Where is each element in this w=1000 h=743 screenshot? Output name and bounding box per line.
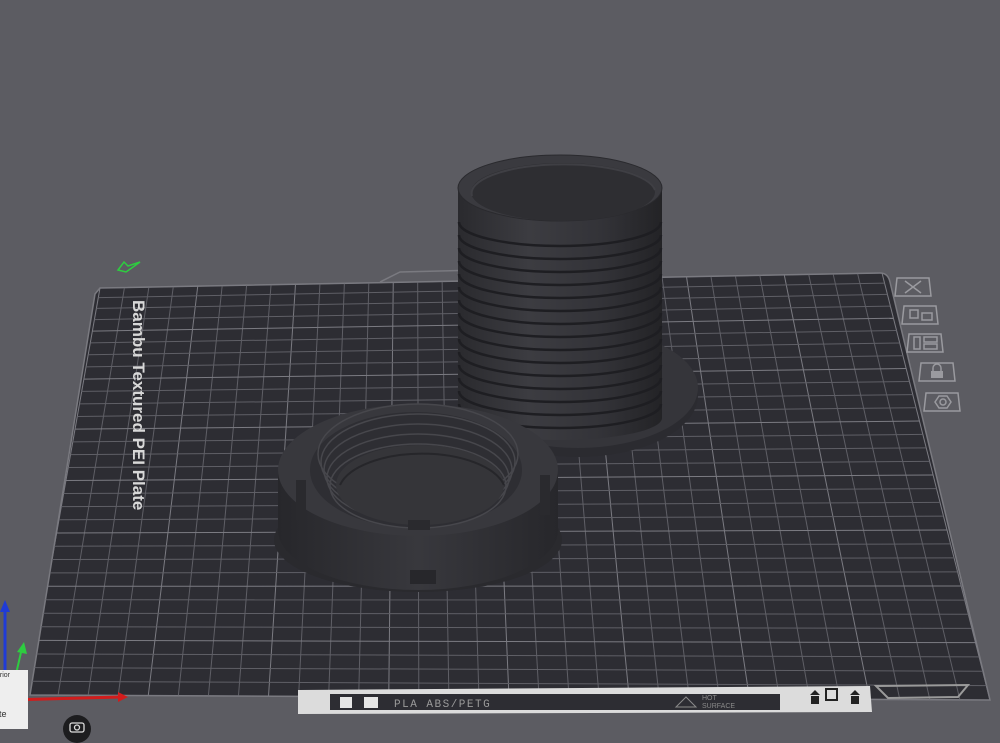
model-lock-nut[interactable] — [274, 404, 562, 592]
plate-origin-mark — [118, 262, 140, 272]
filament-compat-label: PLA ABS/PETG — [394, 699, 491, 711]
lock-plate-button[interactable] — [917, 362, 957, 382]
remove-plate-icon — [893, 277, 933, 297]
orient-icon — [905, 333, 945, 353]
orient-button[interactable] — [905, 333, 945, 353]
3d-viewport[interactable]: Bambu Textured PEI Plate PLA ABS/PETG HO… — [0, 0, 1000, 729]
model-threaded-tube[interactable] — [458, 155, 698, 457]
camera-icon — [69, 721, 85, 733]
camera-view-button[interactable] — [63, 715, 91, 743]
lock-icon — [917, 362, 957, 382]
arrange-button[interactable] — [900, 305, 940, 325]
settings-icon — [922, 392, 962, 412]
object-list-panel[interactable]: erior nte — [0, 670, 28, 729]
plate-name-label: Bambu Textured PEI Plate — [129, 300, 148, 510]
arrange-icon — [900, 305, 940, 325]
hot-surface-line2: SURFACE — [702, 703, 735, 710]
overlay-text-top: erior — [0, 672, 10, 679]
overlay-text-bottom: nte — [0, 709, 7, 719]
plate-info-strip: PLA ABS/PETG HOT SURFACE — [298, 685, 968, 714]
remove-plate-button[interactable] — [893, 277, 933, 297]
plate-settings-button[interactable] — [922, 392, 962, 412]
hot-surface-line1: HOT — [702, 695, 718, 702]
